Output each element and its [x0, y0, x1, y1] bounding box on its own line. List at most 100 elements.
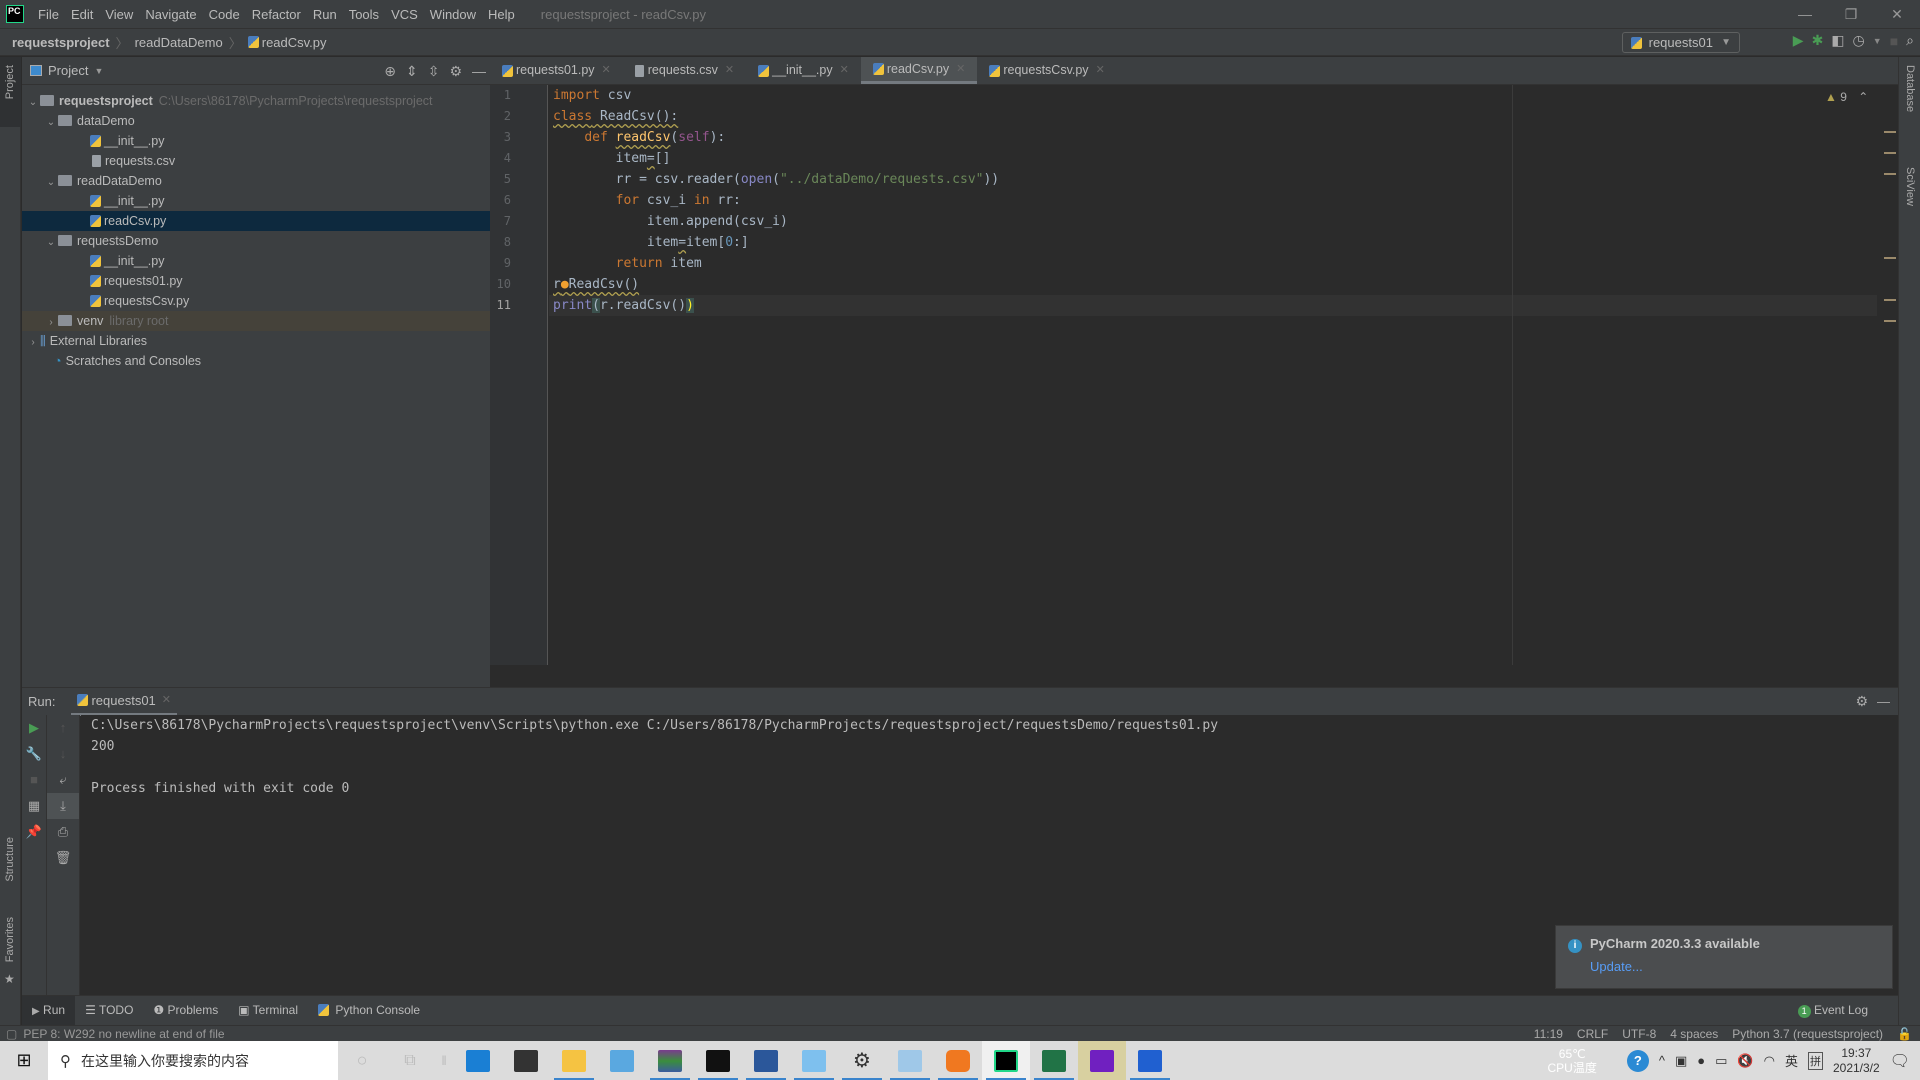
orange-app-icon[interactable] — [934, 1041, 982, 1080]
warning-mark[interactable] — [1884, 299, 1896, 301]
sciview-tool-button[interactable]: SciView — [1904, 167, 1916, 206]
run-tab-requests01[interactable]: requests01 ✕ — [71, 688, 178, 716]
tree-item[interactable]: › ⫼ External Libraries — [22, 331, 490, 351]
notepad-app-icon[interactable] — [886, 1041, 934, 1080]
tray-app-icon[interactable]: ▣ — [1675, 1053, 1687, 1069]
menu-window[interactable]: Window — [424, 7, 482, 22]
project-tool-button[interactable]: Project — [4, 65, 16, 99]
settings-app-icon[interactable]: ⚙ — [838, 1041, 886, 1080]
menu-tools[interactable]: Tools — [343, 7, 385, 22]
breadcrumb-folder[interactable]: readDataDemo — [135, 35, 223, 50]
tree-item[interactable]: readCsv.py — [22, 211, 490, 231]
cpu-temperature-widget[interactable]: 65℃ CPU温度 — [1548, 1047, 1597, 1075]
scroll-up-icon[interactable]: ↑ — [47, 715, 79, 741]
code-editor[interactable]: import csv class ReadCsv(): def readCsv(… — [549, 85, 1877, 665]
qq-icon[interactable]: ● — [1697, 1053, 1705, 1068]
dropdown-arrow-icon[interactable]: ▼ — [94, 66, 103, 76]
warning-mark[interactable] — [1884, 131, 1896, 133]
notification-center-icon[interactable]: 🗨 — [1890, 1051, 1910, 1071]
intention-bulb-icon[interactable]: ● — [561, 277, 569, 292]
menu-code[interactable]: Code — [203, 7, 246, 22]
problems-tool-button[interactable]: ❶ Problems — [143, 996, 228, 1025]
file-encoding[interactable]: UTF-8 — [1622, 1026, 1656, 1042]
profile-button-icon[interactable]: ◷ — [1853, 32, 1865, 49]
menu-navigate[interactable]: Navigate — [139, 7, 202, 22]
clock[interactable]: 19:37 2021/3/2 — [1833, 1046, 1880, 1076]
tab-requests01[interactable]: requests01.py ✕ — [490, 57, 623, 84]
run-button-icon[interactable]: ▶ — [1793, 32, 1804, 49]
stop-icon[interactable]: ■ — [22, 767, 46, 793]
scroll-to-end-icon[interactable]: ⤓ — [47, 793, 79, 819]
tab-init[interactable]: __init__.py ✕ — [746, 57, 861, 84]
stop-button-icon[interactable]: ■ — [1890, 33, 1898, 49]
database-tool-button[interactable]: Database — [1904, 65, 1916, 112]
structure-tool-button[interactable]: Structure — [4, 837, 16, 882]
close-tab-icon[interactable]: ✕ — [725, 57, 734, 84]
todo-tool-button[interactable]: ☰ TODO — [75, 996, 143, 1025]
settings-gear-icon[interactable]: ⚙ — [449, 63, 462, 80]
favorites-tool-button[interactable]: Favorites — [4, 917, 16, 962]
mail-app-icon[interactable] — [454, 1041, 502, 1080]
warning-mark[interactable] — [1884, 152, 1896, 154]
word-app-icon[interactable] — [742, 1041, 790, 1080]
wifi-icon[interactable]: ◠ — [1764, 1053, 1775, 1069]
collapse-all-icon[interactable]: ⇳ — [428, 63, 440, 80]
update-link[interactable]: Update... — [1590, 959, 1892, 974]
tree-item[interactable]: › venv library root — [22, 311, 490, 331]
run-tool-button[interactable]: ▶ Run — [22, 995, 76, 1026]
menu-file[interactable]: File — [32, 7, 65, 22]
run-configuration-select[interactable]: requests01 ▼ — [1622, 32, 1740, 53]
print-icon[interactable]: ⎙ — [47, 819, 79, 845]
tab-readcsv[interactable]: readCsv.py ✕ — [860, 56, 978, 84]
chevron-right-icon[interactable]: › — [44, 313, 58, 333]
expand-all-icon[interactable]: ⇕ — [406, 63, 418, 80]
search-everywhere-icon[interactable]: ⌕ — [1906, 32, 1914, 49]
help-icon[interactable]: ? — [1626, 1049, 1649, 1072]
wrench-icon[interactable]: 🔧 — [22, 741, 46, 767]
run-settings-gear-icon[interactable]: ⚙ — [1855, 693, 1868, 710]
more-run-options-icon[interactable]: ▼ — [1873, 36, 1882, 46]
terminal-app-icon[interactable] — [694, 1041, 742, 1080]
tree-item[interactable]: ⌄ requestsDemo — [22, 231, 490, 251]
chevron-right-icon[interactable]: › — [26, 333, 40, 353]
layout-icon[interactable]: ▦ — [22, 793, 46, 819]
pin-icon[interactable]: 📌 — [22, 819, 46, 845]
minimize-button[interactable]: — — [1782, 0, 1828, 28]
close-tab-icon[interactable]: ✕ — [956, 56, 965, 83]
menu-help[interactable]: Help — [482, 7, 521, 22]
remote-desktop-app-icon[interactable] — [598, 1041, 646, 1080]
soft-wrap-icon[interactable]: ⤶ — [47, 767, 79, 793]
tree-item[interactable]: ⌄ readDataDemo — [22, 171, 490, 191]
previous-highlight-icon[interactable]: ⌃ — [1858, 90, 1868, 104]
menu-run[interactable]: Run — [307, 7, 343, 22]
caret-position[interactable]: 11:19 — [1534, 1026, 1563, 1042]
close-tab-icon[interactable]: ✕ — [602, 57, 611, 84]
event-log-button[interactable]: 1 Event Log — [1797, 996, 1868, 1025]
blue-app-icon[interactable] — [1126, 1041, 1174, 1080]
control-panel-app-icon[interactable] — [790, 1041, 838, 1080]
close-tab-icon[interactable]: ✕ — [840, 57, 849, 84]
status-toggle-icon[interactable]: ▢ — [6, 1027, 17, 1041]
store-app-icon[interactable] — [502, 1041, 550, 1080]
taskbar-search-box[interactable]: ⚲ 在这里输入你要搜索的内容 — [48, 1041, 338, 1080]
tree-item[interactable]: ◔ Scratches and Consoles — [22, 351, 490, 371]
coverage-button-icon[interactable]: ◧ — [1831, 32, 1844, 49]
chevron-down-icon[interactable]: ⌄ — [44, 173, 58, 193]
tree-item[interactable]: ⌄ requestsproject C:\Users\86178\PycharmPr… — [22, 91, 490, 111]
warning-mark[interactable] — [1884, 257, 1896, 259]
debug-button-icon[interactable]: ✱ — [1812, 32, 1824, 49]
show-hidden-icons-chevron-icon[interactable]: ^ — [1659, 1053, 1665, 1068]
chevron-down-icon[interactable]: ⌄ — [26, 93, 40, 113]
scroll-down-icon[interactable]: ↓ — [47, 741, 79, 767]
breadcrumb-project[interactable]: requestsproject — [12, 35, 110, 50]
python-console-tool-button[interactable]: Python Console — [308, 996, 430, 1025]
excel-app-icon[interactable] — [1030, 1041, 1078, 1080]
warning-mark[interactable] — [1884, 173, 1896, 175]
terminal-tool-button[interactable]: ▣ Terminal — [228, 996, 308, 1025]
file-explorer-app-icon[interactable] — [550, 1041, 598, 1080]
chevron-down-icon[interactable]: ⌄ — [44, 113, 58, 133]
task-view-icon[interactable]: ⧉ — [386, 1041, 434, 1080]
python-interpreter[interactable]: Python 3.7 (requestsproject) — [1732, 1026, 1883, 1042]
ime-language[interactable]: 英 — [1785, 1051, 1798, 1070]
warning-mark[interactable] — [1884, 320, 1896, 322]
